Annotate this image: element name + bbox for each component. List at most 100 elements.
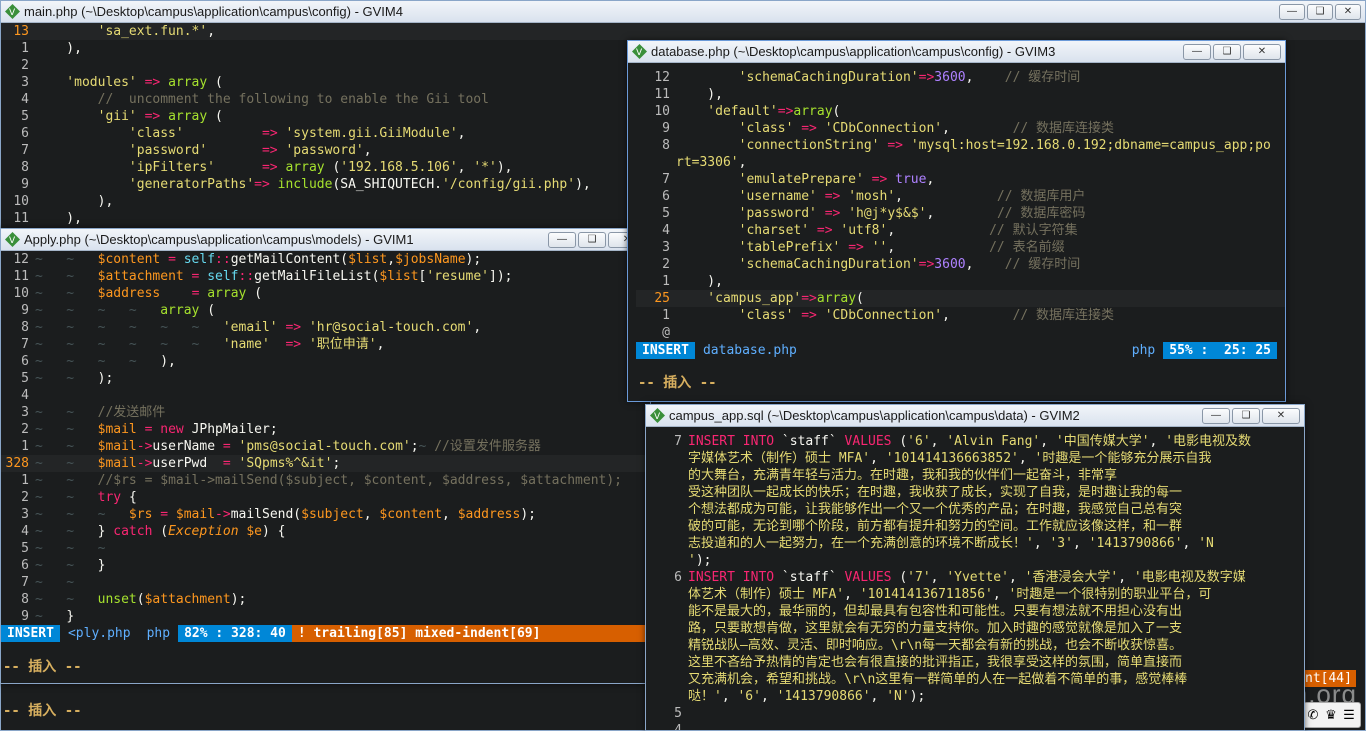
line-number: 10 [13, 194, 29, 209]
code-line[interactable]: 12 'schemaCachingDuration'=>3600, // 缓存时… [636, 69, 1285, 86]
line-number: 1 [21, 473, 29, 488]
window-title: campus_app.sql (~\Desktop\campus\applica… [669, 408, 1080, 423]
code-line[interactable]: 3 'tablePrefix' => '', // 表名前缀 [636, 239, 1285, 256]
maximize-button[interactable]: ❑ [1232, 407, 1260, 424]
code-line[interactable]: 受这种团队一起成长的快乐；在时趣，我收获了成长，实现了自我，是时趣让我的每一 [652, 484, 1304, 501]
mode-indicator: INSERT [1, 625, 60, 642]
gvim-window-apply[interactable]: V Apply.php (~\Desktop\campus\applicatio… [0, 228, 651, 684]
code-line[interactable]: 6 'username' => 'mosh', // 数据库用户 [636, 188, 1285, 205]
code-line[interactable]: 破的可能，无论到哪个阶段，前方都有提升和努力的空间。工作就应该像这样，和一群 [652, 518, 1304, 535]
code-line[interactable]: 4 [652, 722, 1304, 730]
code-line[interactable]: 3 ~ ~ //发送邮件 [1, 404, 650, 421]
code-line[interactable]: '); [652, 552, 1304, 569]
code-line[interactable]: 4 'charset' => 'utf8', // 默认字符集 [636, 222, 1285, 239]
code-line[interactable]: 7 ~ ~ ~ ~ ~ ~ 'name' => '职位申请', [1, 336, 650, 353]
code-text: 字媒体艺术（制作）硕士 MFA', '101414136663852', '时趣… [688, 451, 1212, 466]
code-line[interactable]: 13 'sa_ext.fun.*', [1, 23, 1365, 40]
code-line[interactable]: 7 ~ ~ [1, 574, 650, 591]
code-line[interactable]: 9 ~ ~ ~ ~ array ( [1, 302, 650, 319]
maximize-button[interactable]: ❑ [1213, 43, 1241, 60]
code-line[interactable]: 328 ~ ~ $mail->userPwd = 'SQpms%^&it'; [1, 455, 650, 472]
code-line[interactable]: 9 ~ } [1, 608, 650, 625]
minimize-button[interactable]: — [548, 231, 576, 248]
code-line[interactable]: rt=3306', [636, 154, 1285, 171]
gvim-window-sql[interactable]: V campus_app.sql (~\Desktop\campus\appli… [645, 404, 1305, 731]
minimize-button[interactable]: — [1183, 43, 1211, 60]
code-line[interactable]: 4 ~ ~ } catch (Exception $e) { [1, 523, 650, 540]
minimize-button[interactable]: — [1202, 407, 1230, 424]
code-line[interactable]: 5 ~ ~ ~ [1, 540, 650, 557]
line-number: 1 [21, 439, 29, 454]
code-line[interactable]: 5 [652, 705, 1304, 722]
maximize-button[interactable]: ❑ [1307, 3, 1333, 20]
code-line[interactable]: 能不是最大的，最华丽的，但却最具有包容性和可能性。只要有想法就不用担心没有出 [652, 603, 1304, 620]
code-line[interactable]: 又充满机会，希望和挑战。\r\n这里有一群简单的人在一起做着不简单的事，感觉棒棒 [652, 671, 1304, 688]
code-line[interactable]: 3 ~ ~ ~ $rs = $mail->mailSend($subject, $… [1, 506, 650, 523]
code-line[interactable]: 2 ~ ~ $mail = new JPhpMailer; [1, 421, 650, 438]
gvim-app-icon: V [650, 408, 665, 423]
code-line[interactable]: 个想法都成为可能，让我能够作出一个又一个优秀的产品；在时趣，我感觉自己总有突 [652, 501, 1304, 518]
code-line[interactable]: 1 ), [636, 273, 1285, 290]
line-number: 11 [13, 211, 29, 226]
title-bar[interactable]: V campus_app.sql (~\Desktop\campus\appli… [646, 405, 1304, 427]
title-bar[interactable]: V main.php (~\Desktop\campus\application… [1, 1, 1365, 23]
status-filetype: php [146, 626, 171, 641]
code-line[interactable]: 1 'class' => 'CDbConnection', // 数据库连接类 [636, 307, 1285, 324]
code-text: 'modules' => array ( [35, 75, 223, 90]
close-button[interactable]: ✕ [1262, 407, 1300, 424]
ime-menu-icon[interactable]: ☰ [1341, 707, 1357, 723]
close-button[interactable]: ✕ [1243, 43, 1281, 60]
svg-text:V: V [636, 48, 643, 58]
ime-skin-icon[interactable]: ♛ [1323, 707, 1339, 723]
code-line[interactable]: 1 ~ ~ $mail->userName = 'pms@social-touch… [1, 438, 650, 455]
code-line[interactable]: 体艺术（制作）硕士 MFA', '101414136711856', '时趣是一… [652, 586, 1304, 603]
line-number: 7 [21, 143, 29, 158]
code-line[interactable]: 5 ~ ~ ); [1, 370, 650, 387]
code-line[interactable]: 这里不吝给予热情的肯定也会有很直接的批评指正，我很享受这样的氛围，简单直接而 [652, 654, 1304, 671]
code-text: 精锐战队—高效、灵活、即时响应。\r\n每一天都会有新的挑战，也会不断收获惊喜。 [688, 638, 1183, 653]
code-line[interactable]: 1 ~ ~ //$rs = $mail->mailSend($subject, $… [1, 472, 650, 489]
code-line[interactable]: 7 'emulatePrepare' => true, [636, 171, 1285, 188]
editor-area[interactable]: 12 'schemaCachingDuration'=>3600, // 缓存时… [636, 69, 1285, 341]
maximize-button[interactable]: ❑ [578, 231, 606, 248]
code-text: ~ ~ //发送邮件 [35, 405, 166, 420]
code-line[interactable]: 字媒体艺术（制作）硕士 MFA', '101414136663852', '时趣… [652, 450, 1304, 467]
code-line[interactable]: 6 ~ ~ ~ ~ ), [1, 353, 650, 370]
code-line[interactable]: 11 ), [636, 86, 1285, 103]
editor-area[interactable]: 7 INSERT INTO `staff` VALUES ('6', 'Alvin… [652, 433, 1304, 730]
code-line[interactable]: 6 INSERT INTO `staff` VALUES ('7', 'Yvett… [652, 569, 1304, 586]
code-line[interactable]: 哒！', '6', '1413790866', 'N'); [652, 688, 1304, 705]
code-line[interactable]: 25 'campus_app'=>array( [636, 290, 1285, 307]
code-line[interactable]: 路，只要敢想肯做，这里就会有无穷的力量支持你。加入时趣的感觉就像是加入了一支 [652, 620, 1304, 637]
code-text: ~ ~ } [35, 558, 106, 573]
gvim-window-database[interactable]: V database.php (~\Desktop\campus\applica… [627, 40, 1286, 402]
close-button[interactable]: ✕ [1335, 3, 1361, 20]
code-line[interactable]: 6 ~ ~ } [1, 557, 650, 574]
code-line[interactable]: 7 INSERT INTO `staff` VALUES ('6', 'Alvin… [652, 433, 1304, 450]
code-line[interactable]: 8 'connectionString' => 'mysql:host=192.… [636, 137, 1285, 154]
code-line[interactable]: @ [636, 324, 1285, 341]
code-line[interactable]: 10 ~ ~ $address = array ( [1, 285, 650, 302]
code-line[interactable]: 12 ~ ~ $content = self::getMailContent($l… [1, 251, 650, 268]
code-text: '); [688, 553, 712, 568]
code-line[interactable]: 的大舞台，充满青年轻与活力。在时趣，我和我的伙伴们一起奋斗，非常享 [652, 467, 1304, 484]
code-line[interactable]: 5 'password' => 'h@j*y$&$', // 数据库密码 [636, 205, 1285, 222]
code-text: 'generatorPaths'=> include(SA_SHIQUTECH.… [35, 177, 591, 192]
code-line[interactable]: 11 ~ ~ $attachment = self::getMailFileLis… [1, 268, 650, 285]
code-line[interactable]: 精锐战队—高效、灵活、即时响应。\r\n每一天都会有新的挑战，也会不断收获惊喜。 [652, 637, 1304, 654]
title-bar[interactable]: V Apply.php (~\Desktop\campus\applicatio… [1, 229, 650, 251]
minimize-button[interactable]: — [1279, 3, 1305, 20]
title-bar[interactable]: V database.php (~\Desktop\campus\applica… [628, 41, 1285, 63]
code-line[interactable]: 8 ~ ~ ~ ~ ~ ~ 'email' => 'hr@social-touch… [1, 319, 650, 336]
code-text: ), [35, 194, 114, 209]
code-line[interactable]: 10 'default'=>array( [636, 103, 1285, 120]
code-line[interactable]: 志投道和的人一起努力，在一个充满创意的环境不断成长！', '3', '14137… [652, 535, 1304, 552]
code-line[interactable]: 8 ~ ~ unset($attachment); [1, 591, 650, 608]
code-text: ~ ~ $mail->userName = 'pms@social-touch.… [35, 439, 541, 454]
code-line[interactable]: 9 'class' => 'CDbConnection', // 数据库连接类 [636, 120, 1285, 137]
code-line[interactable]: 4 [1, 387, 650, 404]
editor-area[interactable]: 12 ~ ~ $content = self::getMailContent($l… [1, 251, 650, 625]
code-line[interactable]: 2 ~ ~ try { [1, 489, 650, 506]
code-line[interactable]: 2 'schemaCachingDuration'=>3600, // 缓存时间 [636, 256, 1285, 273]
ime-voice-icon[interactable]: ✆ [1305, 707, 1321, 723]
